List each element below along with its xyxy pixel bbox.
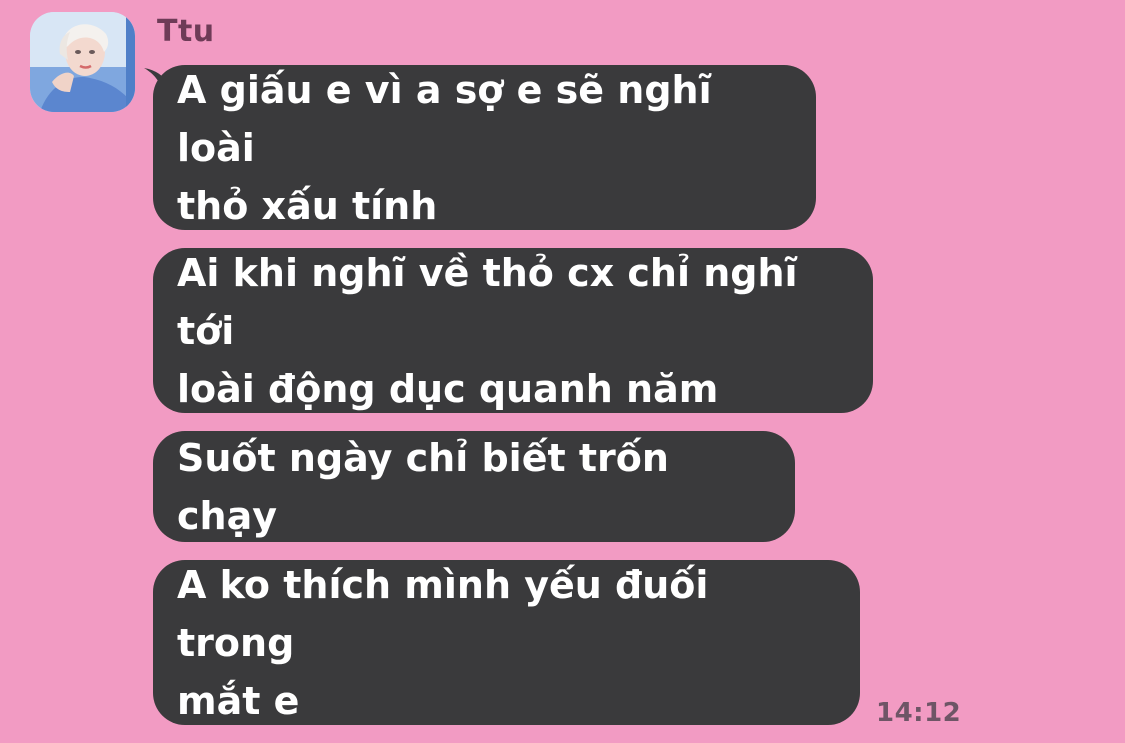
sender-name: Ttu bbox=[157, 14, 215, 49]
avatar-image bbox=[30, 12, 135, 112]
message-bubble[interactable]: A ko thích mình yếu đuối trong mắt e bbox=[153, 560, 860, 725]
message-text: Suốt ngày chỉ biết trốn chạy bbox=[177, 435, 669, 538]
message-text: Ai khi nghĩ về thỏ cx chỉ nghĩ tới loài … bbox=[177, 250, 798, 411]
message-timestamp: 14:12 bbox=[876, 698, 962, 728]
message-bubble[interactable]: Suốt ngày chỉ biết trốn chạy bbox=[153, 431, 795, 542]
message-bubble[interactable]: A giấu e vì a sợ e sẽ nghĩ loài thỏ xấu … bbox=[153, 65, 816, 230]
sender-avatar[interactable] bbox=[30, 12, 135, 112]
message-text: A giấu e vì a sợ e sẽ nghĩ loài thỏ xấu … bbox=[177, 67, 712, 228]
message-text: A ko thích mình yếu đuối trong mắt e bbox=[177, 562, 709, 723]
message-bubble[interactable]: Ai khi nghĩ về thỏ cx chỉ nghĩ tới loài … bbox=[153, 248, 873, 413]
